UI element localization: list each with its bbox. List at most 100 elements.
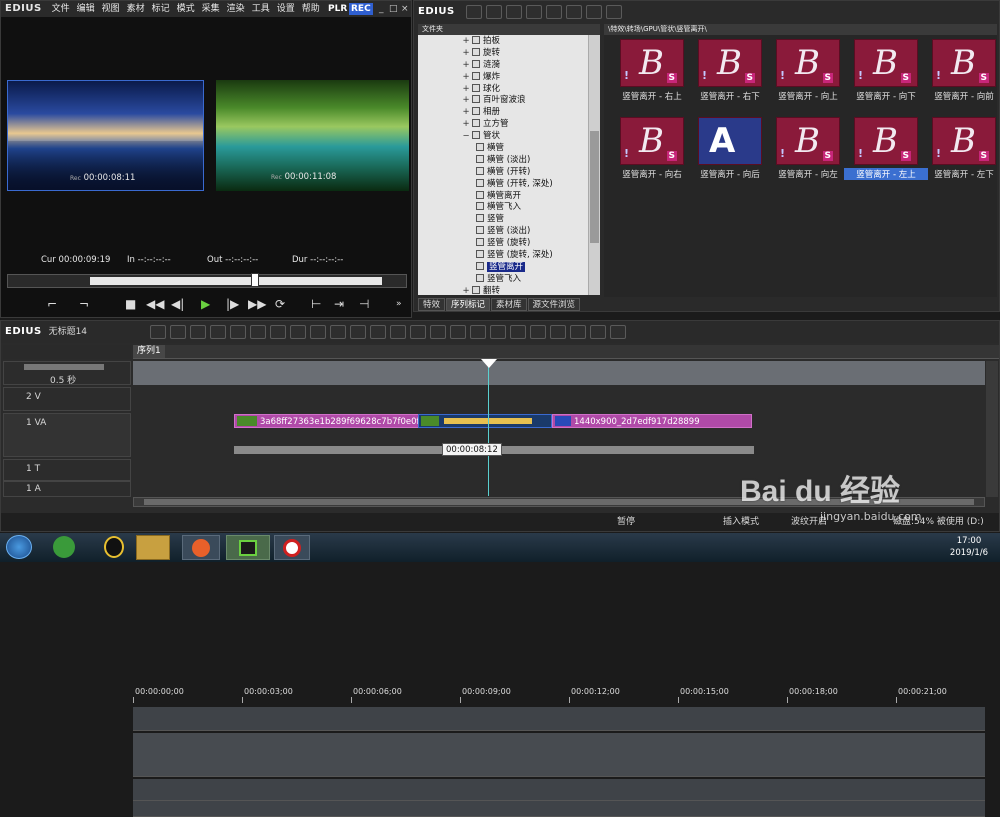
- effect-thumbnail-label[interactable]: 竖管离开 - 向后: [688, 168, 772, 180]
- timeline-clip-1[interactable]: 3a68ff27363e1b289f69628c7b7f0e0f: [234, 414, 440, 428]
- tree-item[interactable]: 竖管: [462, 213, 600, 225]
- overwrite-icon[interactable]: ⇥: [334, 294, 344, 314]
- menu-render[interactable]: 渲染: [227, 4, 245, 14]
- menu-tools[interactable]: 工具: [252, 4, 270, 14]
- tree-item[interactable]: 竖管 (旋转, 深处): [462, 249, 600, 261]
- up-icon[interactable]: [485, 4, 502, 19]
- scrub-handle[interactable]: [251, 273, 259, 287]
- tree-item[interactable]: + 翻转: [462, 285, 600, 295]
- tree-item[interactable]: + 相册: [462, 106, 600, 118]
- redo-icon[interactable]: [409, 324, 426, 339]
- effect-thumbnail[interactable]: B S!: [698, 39, 762, 87]
- multicam-icon[interactable]: [549, 324, 566, 339]
- import-icon[interactable]: [525, 4, 542, 19]
- tree-item[interactable]: 竖管 (旋转): [462, 237, 600, 249]
- menu-settings[interactable]: 设置: [277, 4, 295, 14]
- tree-item[interactable]: 横管飞入: [462, 201, 600, 213]
- zoom-control[interactable]: 0.5 秒: [3, 361, 131, 386]
- tree-item[interactable]: 横管离开: [462, 190, 600, 202]
- save-icon[interactable]: [229, 324, 246, 339]
- taskbar-icon-browser[interactable]: [53, 536, 75, 558]
- record-tl-icon[interactable]: [589, 324, 606, 339]
- more-icon[interactable]: »: [396, 294, 402, 314]
- transition-block[interactable]: [418, 414, 552, 428]
- tree-item[interactable]: 竖管飞入: [462, 273, 600, 285]
- lane-a1[interactable]: [133, 801, 985, 817]
- close-icon[interactable]: ×: [401, 1, 409, 17]
- grid-icon[interactable]: [585, 4, 602, 19]
- set-out-icon[interactable]: ¬: [79, 294, 89, 314]
- effect-thumbnail[interactable]: B S!: [776, 117, 840, 165]
- view-icon[interactable]: [565, 4, 582, 19]
- tree-item[interactable]: + 百叶窗波浪: [462, 94, 600, 106]
- menu-help[interactable]: 帮助: [302, 4, 320, 14]
- browser-tab[interactable]: 序列标记: [446, 298, 491, 311]
- tree-item[interactable]: + 球化: [462, 83, 600, 95]
- loop-icon[interactable]: ⟳: [275, 294, 285, 314]
- effect-thumbnail[interactable]: B S!: [932, 117, 996, 165]
- taskbar-clock[interactable]: 17:00 2019/1/6: [942, 535, 996, 559]
- lock-icon[interactable]: [605, 4, 622, 19]
- track-header-t1[interactable]: 1 T: [3, 459, 131, 481]
- mode-icon[interactable]: [429, 324, 446, 339]
- tree-item[interactable]: − 管状: [462, 130, 600, 142]
- menu-capture[interactable]: 采集: [202, 4, 220, 14]
- effect-thumbnail-label[interactable]: 竖管离开 - 左下: [922, 168, 1000, 180]
- tree-item[interactable]: 竖管 (淡出): [462, 225, 600, 237]
- playhead-marker[interactable]: [481, 359, 497, 368]
- tree-item[interactable]: + 拍板: [462, 35, 600, 47]
- effect-thumbnail-label[interactable]: 竖管离开 - 向左: [766, 168, 850, 180]
- track-header-a1[interactable]: 1 A: [3, 481, 131, 497]
- maximize-icon[interactable]: □: [389, 1, 398, 17]
- browser-tab[interactable]: 源文件浏览: [527, 298, 581, 311]
- time-ruler[interactable]: [133, 361, 985, 385]
- browser-tab[interactable]: 特效: [418, 298, 446, 311]
- tree-item[interactable]: 横管 (开转): [462, 166, 600, 178]
- effect-thumbnail[interactable]: B S!: [854, 39, 918, 87]
- lane-v2[interactable]: [133, 707, 985, 731]
- set-in-icon[interactable]: ⌐: [47, 294, 57, 314]
- capture-icon[interactable]: [169, 324, 186, 339]
- group-icon[interactable]: [329, 324, 346, 339]
- minimize-icon[interactable]: _: [379, 1, 384, 17]
- tree-item[interactable]: 竖管离开: [462, 261, 600, 273]
- effect-thumbnail-label[interactable]: 竖管离开 - 向上: [766, 90, 850, 102]
- step-back-icon[interactable]: ◀|: [171, 294, 184, 314]
- replace-icon[interactable]: ⊣: [359, 294, 369, 314]
- ripple-delete-icon[interactable]: [369, 324, 386, 339]
- copy-clip-icon[interactable]: [289, 324, 306, 339]
- preview-record-frame[interactable]: Rec 00:00:11:08: [216, 80, 409, 191]
- insert-icon[interactable]: ⊢: [311, 294, 321, 314]
- taskbar-icon-qq[interactable]: [104, 536, 124, 558]
- effect-thumbnail-label[interactable]: 竖管离开 - 右下: [688, 90, 772, 102]
- effect-thumbnail[interactable]: B S!: [932, 39, 996, 87]
- color-icon[interactable]: [529, 324, 546, 339]
- scrub-bar[interactable]: [7, 273, 407, 288]
- folder-icon[interactable]: [465, 4, 482, 19]
- effect-thumbnail[interactable]: B S!: [776, 39, 840, 87]
- effect-thumbnail[interactable]: A: [698, 117, 762, 165]
- step-forward-icon[interactable]: |▶: [226, 294, 239, 314]
- effect-thumbnail-label[interactable]: 竖管离开 - 向前: [922, 90, 1000, 102]
- delete-icon[interactable]: [545, 4, 562, 19]
- menu-clip[interactable]: 素材: [127, 4, 145, 14]
- fast-forward-icon[interactable]: ▶▶: [248, 294, 266, 314]
- play-icon[interactable]: ▶: [201, 294, 210, 314]
- rewind-icon[interactable]: ◀◀: [146, 294, 164, 314]
- open-icon[interactable]: [189, 324, 206, 339]
- title-icon[interactable]: [489, 324, 506, 339]
- taskbar-icon-recorder[interactable]: [274, 535, 310, 560]
- paste-icon[interactable]: [309, 324, 326, 339]
- undo-icon[interactable]: [389, 324, 406, 339]
- tree-item[interactable]: + 爆炸: [462, 71, 600, 83]
- menu-view[interactable]: 视图: [102, 4, 120, 14]
- menu-marker[interactable]: 标记: [152, 4, 170, 14]
- effect-thumbnail-label[interactable]: 竖管离开 - 左上: [844, 168, 928, 180]
- timeline-clip-2[interactable]: 1440x900_2d7edf917d28899: [552, 414, 752, 428]
- delete-clip-icon[interactable]: [349, 324, 366, 339]
- timeline-vscroll[interactable]: [986, 361, 998, 497]
- layout-icon[interactable]: [609, 324, 626, 339]
- effect-thumbnail-label[interactable]: 竖管离开 - 右上: [610, 90, 694, 102]
- taskbar-icon-firefox[interactable]: [182, 535, 220, 560]
- menu-mode[interactable]: 模式: [177, 4, 195, 14]
